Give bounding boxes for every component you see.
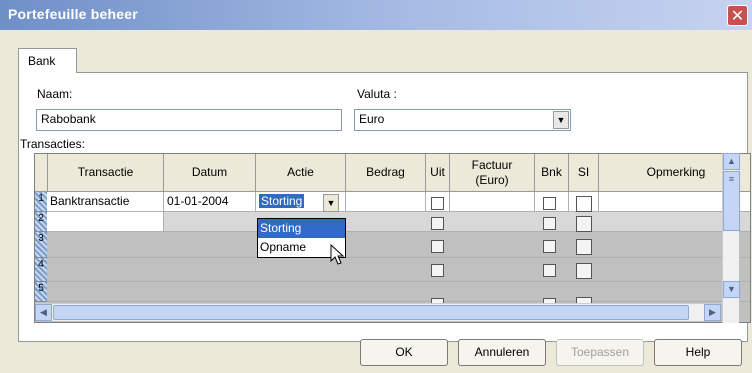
bnk-checkbox[interactable]	[543, 217, 556, 230]
row-3-cells[interactable]	[47, 232, 750, 258]
scroll-down-button[interactable]: ▼	[723, 281, 740, 298]
column-header-uit[interactable]: Uit	[426, 154, 450, 192]
cell-transactie[interactable]: Banktransactie	[47, 192, 164, 212]
chevron-up-icon: ▲	[727, 156, 736, 166]
cancel-button[interactable]: Annuleren	[458, 339, 546, 366]
cell-factuur[interactable]	[450, 192, 535, 212]
scroll-right-button[interactable]: ▶	[704, 304, 721, 321]
row-2-cells[interactable]	[164, 212, 750, 232]
cell-transactie[interactable]	[47, 212, 164, 232]
tab-bank[interactable]: Bank	[18, 48, 77, 73]
mouse-cursor-icon	[330, 244, 345, 265]
bnk-checkbox[interactable]	[543, 264, 556, 277]
uit-checkbox[interactable]	[431, 197, 444, 210]
horizontal-scrollbar[interactable]: ◀ ▶	[35, 303, 721, 321]
chevron-down-icon: ▼	[326, 198, 336, 208]
uit-checkbox[interactable]	[431, 264, 444, 277]
window-title: Portefeuille beheer	[8, 6, 138, 22]
title-bar[interactable]: Portefeuille beheer ✕	[0, 0, 752, 30]
chevron-down-icon: ▼	[556, 115, 566, 125]
scroll-thumb[interactable]	[53, 305, 689, 320]
transactions-grid[interactable]: Transactie Datum Actie Bedrag Uit Factuu…	[34, 153, 751, 323]
currency-select[interactable]: Euro	[354, 109, 571, 131]
uit-checkbox[interactable]	[431, 217, 444, 230]
currency-dropdown-button[interactable]: ▼	[553, 111, 569, 129]
currency-label: Valuta :	[357, 87, 397, 101]
si-checkbox[interactable]	[576, 196, 592, 212]
bnk-checkbox[interactable]	[543, 240, 556, 253]
tab-label: Bank	[28, 54, 56, 68]
cell-bedrag[interactable]	[346, 192, 426, 212]
row-number[interactable]: 5	[35, 282, 47, 302]
cell-datum[interactable]: 01-01-2004	[164, 192, 256, 212]
ok-button[interactable]: OK	[360, 339, 448, 366]
column-header-si[interactable]: SI	[569, 154, 599, 192]
transactions-label: Transacties:	[20, 137, 85, 151]
grid-corner	[35, 154, 48, 192]
name-label: Naam:	[37, 87, 73, 101]
currency-value: Euro	[359, 112, 385, 126]
column-header-datum[interactable]: Datum	[164, 154, 256, 192]
apply-button[interactable]: Toepassen	[556, 339, 644, 366]
bnk-checkbox[interactable]	[543, 197, 556, 210]
vertical-scrollbar[interactable]: ▲ ≡ ▼	[722, 153, 740, 323]
uit-checkbox[interactable]	[431, 240, 444, 253]
actie-dropdown-button[interactable]: ▼	[323, 194, 339, 212]
chevron-right-icon: ▶	[709, 307, 716, 317]
row-5-cells[interactable]	[47, 282, 750, 302]
row-number[interactable]: 2	[35, 212, 47, 232]
scroll-thumb[interactable]: ≡	[723, 171, 740, 231]
column-header-actie[interactable]: Actie	[256, 154, 346, 192]
row-number[interactable]: 1	[35, 192, 47, 212]
row-4-cells[interactable]	[47, 258, 750, 282]
column-header-factuur[interactable]: Factuur (Euro)	[450, 154, 535, 192]
scroll-up-button[interactable]: ▲	[723, 153, 740, 170]
name-field[interactable]: Rabobank	[36, 109, 342, 131]
row-number[interactable]: 4	[35, 258, 47, 282]
dialog-window: Portefeuille beheer ✕ Bank Naam: Raboban…	[0, 0, 752, 373]
row-number[interactable]: 3	[35, 232, 47, 258]
close-button[interactable]: ✕	[727, 5, 748, 26]
si-checkbox[interactable]	[576, 216, 592, 232]
chevron-down-icon: ▼	[727, 284, 736, 294]
cell-actie-value: Storting	[259, 194, 305, 208]
scroll-left-button[interactable]: ◀	[35, 304, 52, 321]
name-value: Rabobank	[41, 112, 96, 126]
close-icon: ✕	[730, 8, 745, 25]
si-checkbox[interactable]	[576, 239, 592, 255]
si-checkbox[interactable]	[576, 263, 592, 279]
dropdown-option-storting[interactable]: Storting	[258, 219, 345, 238]
column-header-bedrag[interactable]: Bedrag	[346, 154, 426, 192]
column-header-transactie[interactable]: Transactie	[48, 154, 164, 192]
column-header-bnk[interactable]: Bnk	[535, 154, 569, 192]
chevron-left-icon: ◀	[40, 307, 47, 317]
help-button[interactable]: Help	[654, 339, 742, 366]
